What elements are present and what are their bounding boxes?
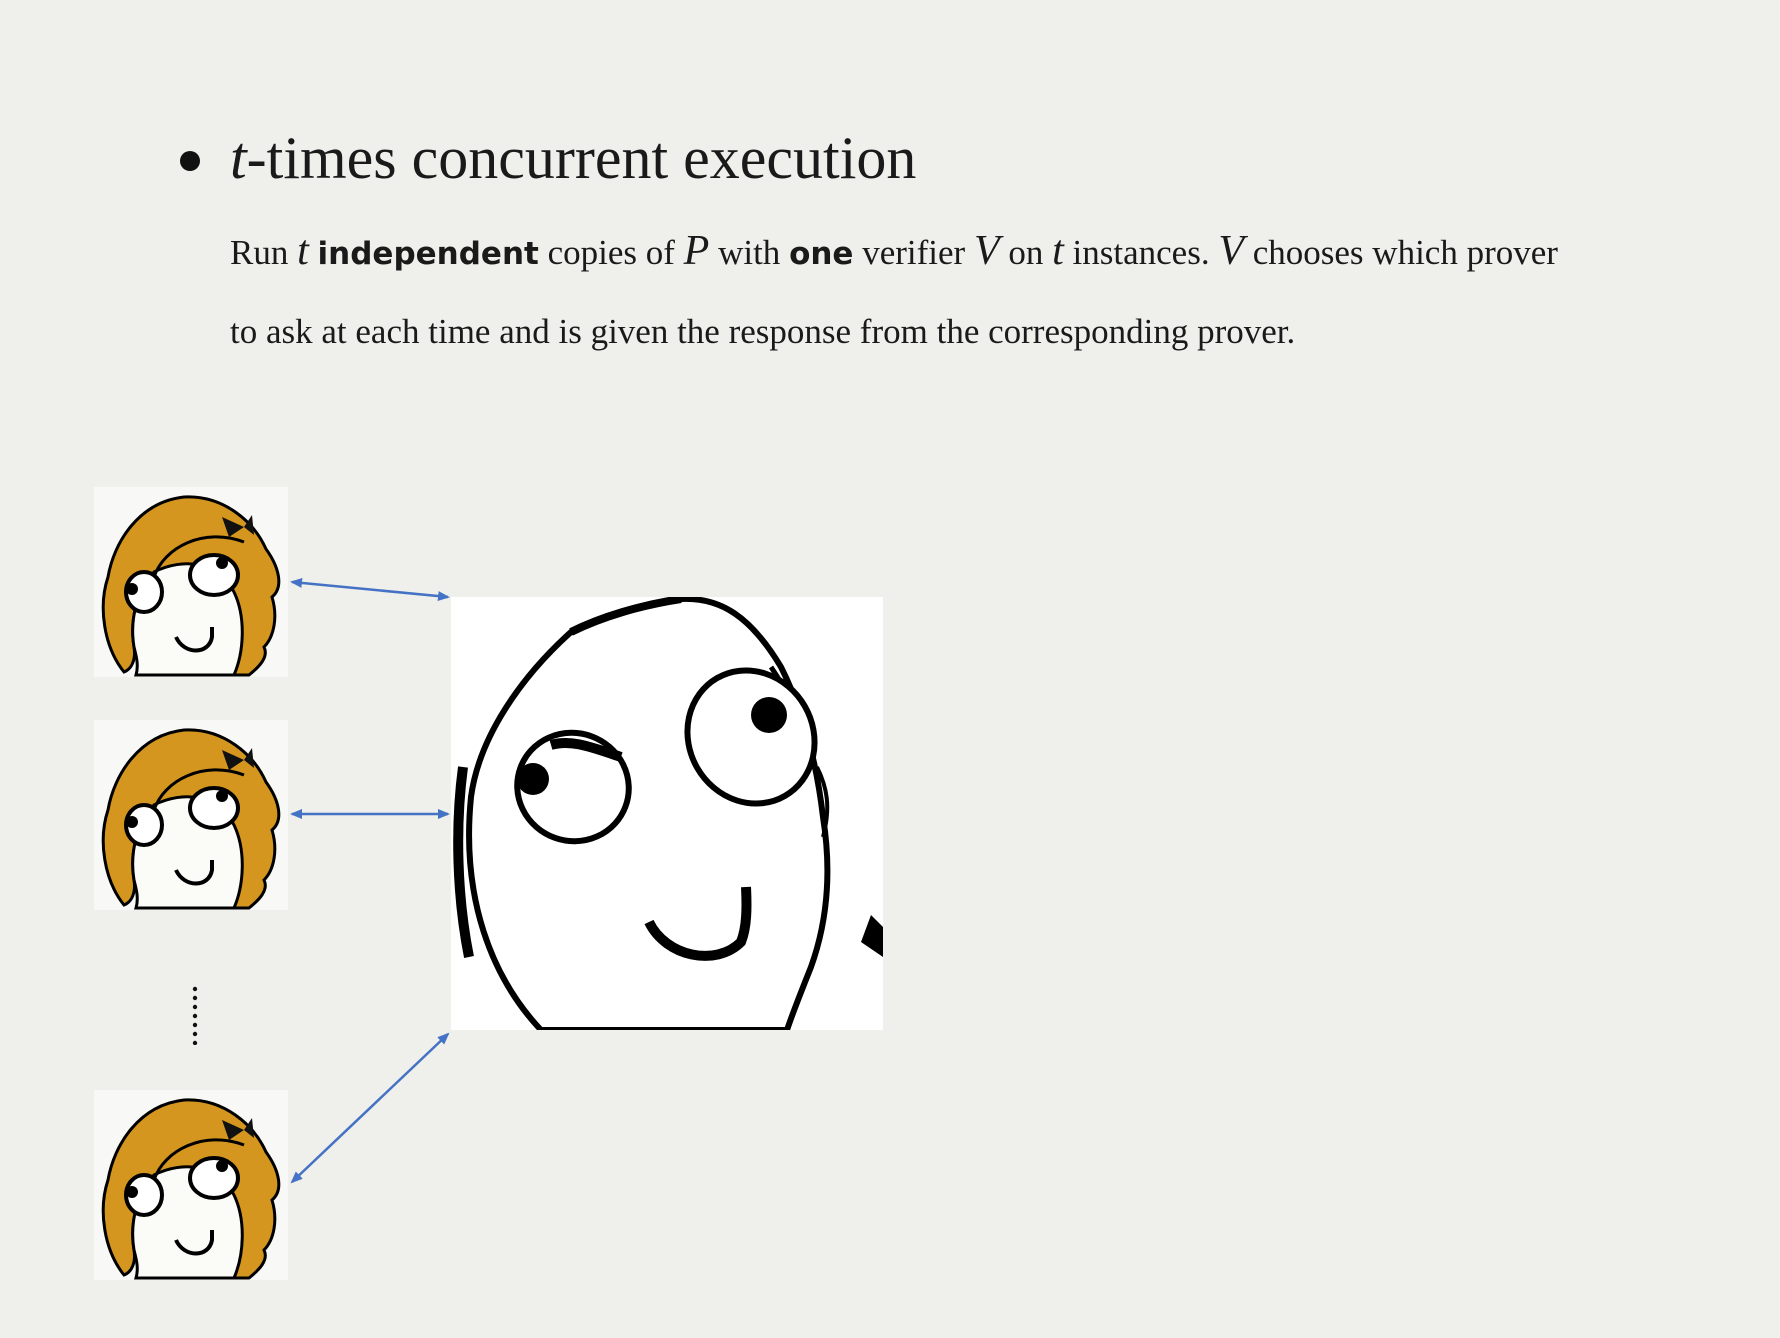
description-paragraph: Run t independent copies of P with one v… <box>230 213 1570 370</box>
math-t: t <box>230 125 247 191</box>
heading-text: -times concurrent execution <box>246 125 917 191</box>
bullet-item: t-times concurrent execution <box>180 118 916 198</box>
math-t: t <box>297 228 309 274</box>
prover-3 <box>94 1090 288 1280</box>
vertical-ellipsis-icon <box>192 986 198 1045</box>
bullet-dot <box>180 151 200 171</box>
text-segment: with <box>709 233 790 272</box>
verifier <box>451 595 883 1033</box>
math-t: t <box>1052 228 1064 274</box>
derpina-face-icon <box>101 728 281 910</box>
slide: t-times concurrent execution Run t indep… <box>0 0 1780 1338</box>
text-segment: verifier <box>853 233 974 272</box>
math-p: P <box>683 228 710 274</box>
derpina-face-icon <box>101 1098 281 1280</box>
text-segment: copies of <box>538 233 684 272</box>
math-v: V <box>973 228 1000 274</box>
emphasis-independent: independent <box>317 236 539 272</box>
math-v: V <box>1218 228 1244 274</box>
text-segment: Run <box>230 233 298 272</box>
derp-face-icon <box>453 595 883 1033</box>
connector-arrow-3 <box>290 1032 450 1184</box>
text-segment: instances. <box>1063 233 1219 272</box>
connector-arrow-1 <box>290 577 450 602</box>
bullet-heading: t-times concurrent execution <box>230 118 916 198</box>
text-segment: on <box>999 233 1053 272</box>
prover-2 <box>94 720 288 910</box>
derpina-face-icon <box>101 495 281 677</box>
prover-1 <box>94 487 288 677</box>
emphasis-one: one <box>789 236 854 272</box>
